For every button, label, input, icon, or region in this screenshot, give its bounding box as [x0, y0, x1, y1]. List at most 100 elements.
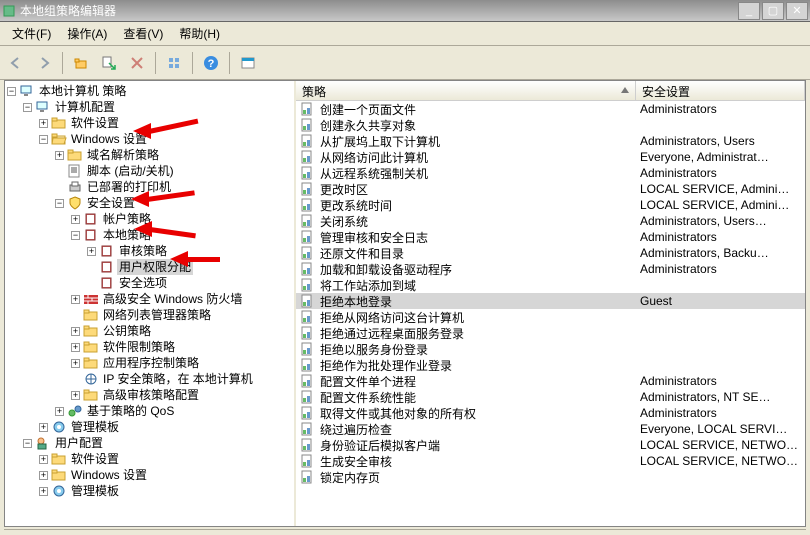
expand-toggle[interactable]: −	[39, 135, 48, 144]
tree-user-windows[interactable]: +Windows 设置	[7, 467, 292, 483]
column-policy[interactable]: 策略	[296, 81, 636, 100]
policy-setting: LOCAL SERVICE, NETWOR…	[640, 454, 805, 468]
tree-dns-policy[interactable]: +域名解析策略	[7, 147, 292, 163]
tree-app-control[interactable]: +应用程序控制策略	[7, 355, 292, 371]
list-row[interactable]: 配置文件系统性能 Administrators, NT SE…	[296, 389, 805, 405]
list-row[interactable]: 管理审核和安全日志 Administrators	[296, 229, 805, 245]
list-row[interactable]: 从网络访问此计算机 Everyone, Administrat…	[296, 149, 805, 165]
action-button[interactable]	[236, 51, 260, 75]
tree-label: 安全设置	[85, 195, 137, 211]
tree-qos[interactable]: +基于策略的 QoS	[7, 403, 292, 419]
menu-file[interactable]: 文件(F)	[4, 21, 59, 46]
policy-name: 拒绝通过远程桌面服务登录	[320, 325, 464, 342]
tree-advanced-audit[interactable]: +高级审核策略配置	[7, 387, 292, 403]
list-row[interactable]: 拒绝作为批处理作业登录	[296, 357, 805, 373]
expand-toggle[interactable]: +	[71, 215, 80, 224]
tree-label: 用户配置	[53, 435, 105, 451]
list-row[interactable]: 锁定内存页	[296, 469, 805, 485]
tree-scripts[interactable]: 脚本 (启动/关机)	[7, 163, 292, 179]
tree-icon	[67, 148, 83, 162]
titlebar: 本地组策略编辑器 _ ▢ ✕	[0, 0, 810, 22]
list-row[interactable]: 拒绝以服务身份登录	[296, 341, 805, 357]
list-row[interactable]: 从远程系统强制关机 Administrators	[296, 165, 805, 181]
list-row[interactable]: 从扩展坞上取下计算机 Administrators, Users	[296, 133, 805, 149]
list-row[interactable]: 关闭系统 Administrators, Users…	[296, 213, 805, 229]
list-row[interactable]: 更改系统时间 LOCAL SERVICE, Admini…	[296, 197, 805, 213]
tree-windows-settings[interactable]: −Windows 设置	[7, 131, 292, 147]
policy-name: 拒绝作为批处理作业登录	[320, 357, 452, 374]
menu-view[interactable]: 查看(V)	[115, 21, 171, 46]
expand-toggle[interactable]: +	[39, 471, 48, 480]
list-row[interactable]: 配置文件单个进程 Administrators	[296, 373, 805, 389]
expand-toggle[interactable]: +	[55, 407, 64, 416]
back-button[interactable]	[4, 51, 28, 75]
tree-root[interactable]: −本地计算机 策略	[7, 83, 292, 99]
tree-deployed-printers[interactable]: 已部署的打印机	[7, 179, 292, 195]
tree-icon	[83, 340, 99, 354]
list-rows[interactable]: 创建一个页面文件 Administrators 创建永久共享对象 从扩展坞上取下…	[296, 101, 805, 526]
help-button[interactable]: ?	[199, 51, 223, 75]
expand-toggle[interactable]: +	[71, 343, 80, 352]
list-row[interactable]: 创建永久共享对象	[296, 117, 805, 133]
close-button[interactable]: ✕	[786, 2, 808, 20]
expand-toggle[interactable]: +	[39, 423, 48, 432]
expand-toggle[interactable]: +	[55, 151, 64, 160]
tree-panel[interactable]: −本地计算机 策略−计算机配置+软件设置−Windows 设置+域名解析策略脚本…	[5, 81, 296, 526]
expand-toggle[interactable]: +	[71, 391, 80, 400]
tree-account-policies[interactable]: +帐户策略	[7, 211, 292, 227]
policy-icon	[300, 422, 316, 436]
tree-security-settings[interactable]: − 安全设置	[7, 195, 292, 211]
expand-toggle[interactable]: −	[23, 439, 32, 448]
delete-button[interactable]	[125, 51, 149, 75]
column-setting[interactable]: 安全设置	[636, 81, 805, 100]
tree-public-key[interactable]: +公钥策略	[7, 323, 292, 339]
expand-toggle[interactable]: −	[23, 103, 32, 112]
properties-button[interactable]	[162, 51, 186, 75]
tree-user-config[interactable]: − 用户配置	[7, 435, 292, 451]
list-row[interactable]: 绕过遍历检查 Everyone, LOCAL SERVI…	[296, 421, 805, 437]
expand-toggle[interactable]: +	[71, 327, 80, 336]
expand-toggle[interactable]: +	[39, 487, 48, 496]
list-row[interactable]: 还原文件和目录 Administrators, Backu…	[296, 245, 805, 261]
list-row[interactable]: 拒绝本地登录 Guest	[296, 293, 805, 309]
up-button[interactable]	[69, 51, 93, 75]
tree-local-policies[interactable]: −本地策略	[7, 227, 292, 243]
expand-toggle[interactable]: −	[71, 231, 80, 240]
list-row[interactable]: 加载和卸载设备驱动程序 Administrators	[296, 261, 805, 277]
list-row[interactable]: 取得文件或其他对象的所有权 Administrators	[296, 405, 805, 421]
tree-computer-config[interactable]: −计算机配置	[7, 99, 292, 115]
tree-security-options[interactable]: 安全选项	[7, 275, 292, 291]
tree-network-list[interactable]: 网络列表管理器策略	[7, 307, 292, 323]
expand-toggle[interactable]: +	[71, 359, 80, 368]
list-row[interactable]: 创建一个页面文件 Administrators	[296, 101, 805, 117]
list-row[interactable]: 拒绝通过远程桌面服务登录	[296, 325, 805, 341]
expand-toggle[interactable]: +	[87, 247, 96, 256]
tree-user-software[interactable]: +软件设置	[7, 451, 292, 467]
export-button[interactable]	[97, 51, 121, 75]
expand-toggle[interactable]: −	[7, 87, 16, 96]
tree-user-admin[interactable]: +管理模板	[7, 483, 292, 499]
tree-icon	[51, 116, 67, 130]
tree-admin-templates[interactable]: +管理模板	[7, 419, 292, 435]
forward-button[interactable]	[32, 51, 56, 75]
tree-advanced-firewall[interactable]: +高级安全 Windows 防火墙	[7, 291, 292, 307]
tree-audit-policy[interactable]: +审核策略	[7, 243, 292, 259]
expand-toggle[interactable]: −	[55, 199, 64, 208]
tree-software-settings[interactable]: +软件设置	[7, 115, 292, 131]
menu-action[interactable]: 操作(A)	[59, 21, 115, 46]
list-row[interactable]: 将工作站添加到域	[296, 277, 805, 293]
tree-user-rights[interactable]: 用户权限分配	[7, 259, 292, 275]
expand-toggle[interactable]: +	[39, 455, 48, 464]
list-row[interactable]: 身份验证后模拟客户端 LOCAL SERVICE, NETWOR…	[296, 437, 805, 453]
expand-toggle[interactable]: +	[71, 295, 80, 304]
list-row[interactable]: 生成安全审核 LOCAL SERVICE, NETWOR…	[296, 453, 805, 469]
tree-software-restriction[interactable]: +软件限制策略	[7, 339, 292, 355]
maximize-button[interactable]: ▢	[762, 2, 784, 20]
minimize-button[interactable]: _	[738, 2, 760, 20]
expand-toggle[interactable]: +	[39, 119, 48, 128]
tree-ip-security[interactable]: IP 安全策略，在 本地计算机	[7, 371, 292, 387]
list-row[interactable]: 拒绝从网络访问这台计算机	[296, 309, 805, 325]
policy-name: 管理审核和安全日志	[320, 229, 428, 246]
list-row[interactable]: 更改时区 LOCAL SERVICE, Admini…	[296, 181, 805, 197]
menu-help[interactable]: 帮助(H)	[171, 21, 228, 46]
